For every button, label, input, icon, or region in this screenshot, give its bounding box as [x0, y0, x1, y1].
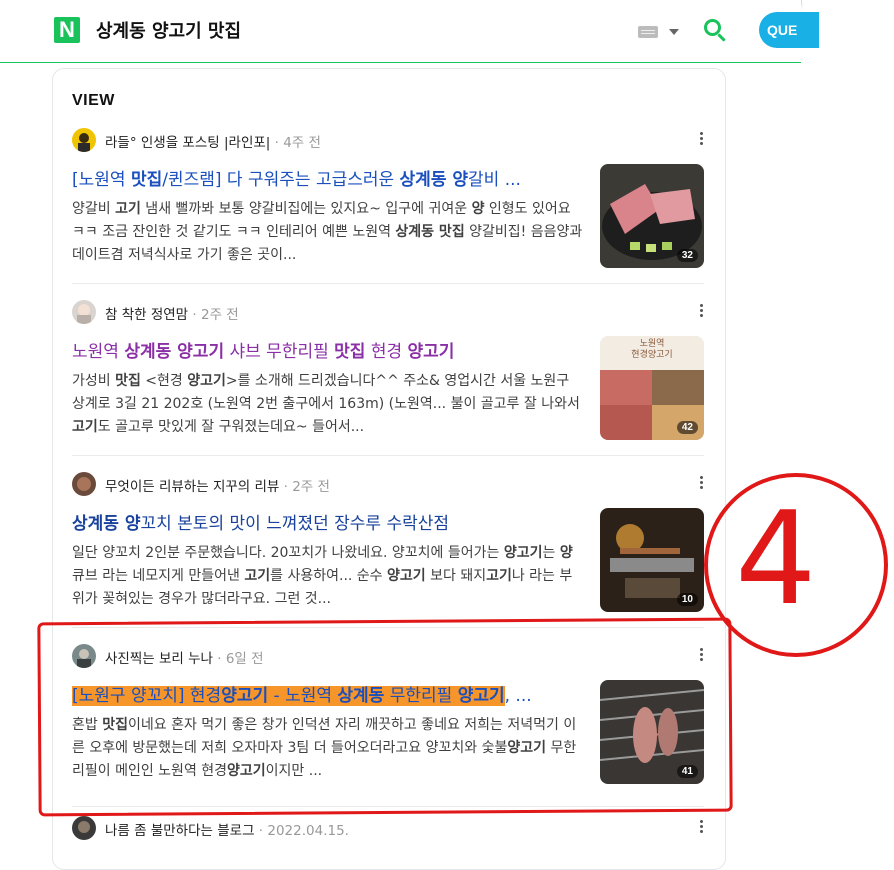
post-snippet[interactable]: 양갈비 고기 냄새 뻘까봐 보통 양갈비집에는 있지요~ 입구에 귀여운 양 인… — [72, 198, 584, 267]
avatar[interactable] — [72, 644, 96, 668]
keyboard-icon[interactable] — [638, 26, 658, 38]
thumbnail-caption: 노원역 현경양고기 — [631, 339, 673, 360]
author-name[interactable]: 참 착한 정연맘 — [105, 307, 188, 323]
avatar[interactable] — [72, 816, 96, 840]
photo-count-badge: 41 — [676, 765, 698, 778]
title-text: 갈비 ... — [468, 170, 521, 190]
search-icon[interactable] — [704, 19, 721, 36]
post-title[interactable]: 상계동 양꼬치 본토의 맛이 느껴졌던 장수루 수락산점 — [72, 509, 582, 534]
more-options-icon[interactable] — [700, 304, 704, 320]
title-keyword: 맛집 — [130, 170, 163, 190]
author-row: 참 착한 정연맘 · 2주 전 — [72, 300, 706, 324]
author-row: 라들° 인생을 포스팅 |라인포| · 4주 전 — [72, 128, 706, 152]
post-thumbnail[interactable]: 41 — [600, 680, 704, 784]
search-header: N 상계동 양고기 맛집 QUE — [0, 0, 819, 63]
post-snippet[interactable]: 가성비 맛집 <현경 양고기>를 소개해 드리겠습니다^^ 주소& 영업시간 서… — [72, 370, 584, 439]
post-title[interactable]: [노원구 양꼬치] 현경양고기 - 노원역 상계동 무한리필 양고기, ... — [72, 681, 582, 706]
author-line: 나름 좀 불만하다는 블로그 · 2022.04.15. — [105, 823, 349, 839]
post-time: 2022.04.15. — [267, 823, 349, 839]
author-name[interactable]: 사진찍는 보리 누나 — [105, 651, 213, 667]
author-name[interactable]: 라들° 인생을 포스팅 |라인포| — [105, 135, 270, 151]
naver-logo[interactable]: N — [54, 17, 80, 43]
search-query-text[interactable]: 상계동 양고기 맛집 — [96, 17, 241, 43]
title-keyword: 상계동 양 — [399, 170, 469, 190]
divider — [72, 283, 704, 284]
post-thumbnail[interactable]: 32 — [600, 164, 704, 268]
photo-count-badge: 42 — [676, 421, 698, 434]
more-options-icon[interactable] — [700, 820, 704, 836]
divider — [72, 455, 704, 456]
post-title[interactable]: [노원역 맛집/퀸즈램] 다 구워주는 고급스러운 상계동 양갈비 ... — [72, 165, 582, 190]
avatar[interactable] — [72, 128, 96, 152]
title-text: /퀸즈램] 다 구워주는 고급스러운 — [162, 170, 400, 190]
post-snippet[interactable]: 일단 양꼬치 2인분 주문했습니다. 20꼬치가 나왔네요. 양꼬치에 들어가는… — [72, 542, 584, 611]
avatar[interactable] — [72, 300, 96, 324]
post-time: 2주 전 — [200, 307, 239, 323]
divider — [72, 806, 704, 807]
divider — [72, 627, 704, 628]
post-time: 6일 전 — [225, 651, 264, 667]
photo-count-badge: 32 — [676, 249, 698, 262]
chevron-down-icon[interactable] — [669, 29, 679, 35]
search-button[interactable]: QUE — [759, 12, 819, 48]
post-thumbnail[interactable]: 노원역 현경양고기 42 — [600, 336, 704, 440]
post-title[interactable]: 노원역 상계동 양고기 샤브 무한리필 맛집 현경 양고기 — [72, 337, 582, 362]
author-name[interactable]: 무엇이든 리뷰하는 지꾸의 리뷰 — [105, 479, 279, 495]
photo-count-badge: 10 — [676, 593, 698, 606]
author-row: 나름 좀 불만하다는 블로그 · 2022.04.15. — [72, 816, 706, 840]
section-title: VIEW — [72, 92, 115, 109]
title-text: [노원역 — [72, 170, 131, 190]
post-snippet[interactable]: 혼밥 맛집이네요 혼자 먹기 좋은 창가 인덕션 자리 깨끗하고 좋네요 저희는… — [72, 714, 584, 783]
avatar[interactable] — [72, 472, 96, 496]
annotation-number: 4 — [735, 485, 817, 634]
author-line: 라들° 인생을 포스팅 |라인포| · 4주 전 — [105, 135, 321, 151]
author-row: 사진찍는 보리 누나 · 6일 전 — [72, 644, 706, 668]
more-options-icon[interactable] — [700, 132, 704, 148]
author-line: 참 착한 정연맘 · 2주 전 — [105, 307, 239, 323]
author-line: 무엇이든 리뷰하는 지꾸의 리뷰 · 2주 전 — [105, 479, 330, 495]
post-time: 4주 전 — [283, 135, 321, 151]
author-line: 사진찍는 보리 누나 · 6일 전 — [105, 651, 264, 667]
post-thumbnail[interactable]: 10 — [600, 508, 704, 612]
author-name[interactable]: 나름 좀 불만하다는 블로그 — [105, 823, 255, 839]
author-row: 무엇이든 리뷰하는 지꾸의 리뷰 · 2주 전 — [72, 472, 706, 496]
post-time: 2주 전 — [292, 479, 330, 495]
